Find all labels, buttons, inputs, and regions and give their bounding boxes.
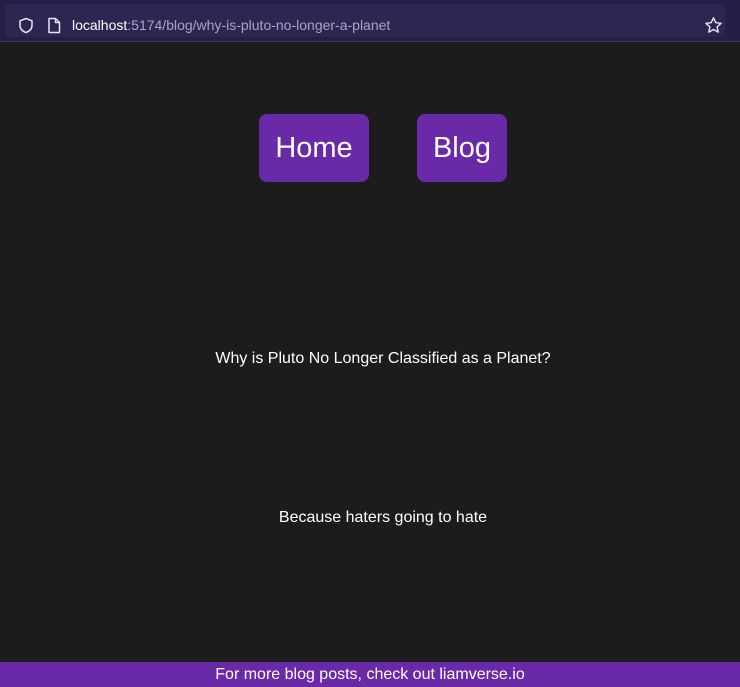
post-body: Because haters going to hate	[278, 509, 488, 526]
url-path: :5174/blog/why-is-pluto-no-longer-a-plan…	[127, 17, 391, 33]
url-text[interactable]: localhost:5174/blog/why-is-pluto-no-long…	[72, 17, 390, 34]
post-title: Why is Pluto No Longer Classified as a P…	[215, 350, 551, 367]
star-icon[interactable]	[704, 16, 723, 35]
page-icon	[48, 17, 61, 34]
url-host: localhost	[72, 17, 128, 33]
home-button[interactable]: Home	[259, 114, 369, 182]
footer: For more blog posts, check out liamverse…	[0, 662, 740, 687]
shield-icon[interactable]	[18, 17, 34, 34]
address-bar[interactable]: localhost:5174/blog/why-is-pluto-no-long…	[5, 4, 725, 37]
browser-toolbar: localhost:5174/blog/why-is-pluto-no-long…	[0, 0, 740, 42]
blog-button[interactable]: Blog	[417, 114, 507, 182]
